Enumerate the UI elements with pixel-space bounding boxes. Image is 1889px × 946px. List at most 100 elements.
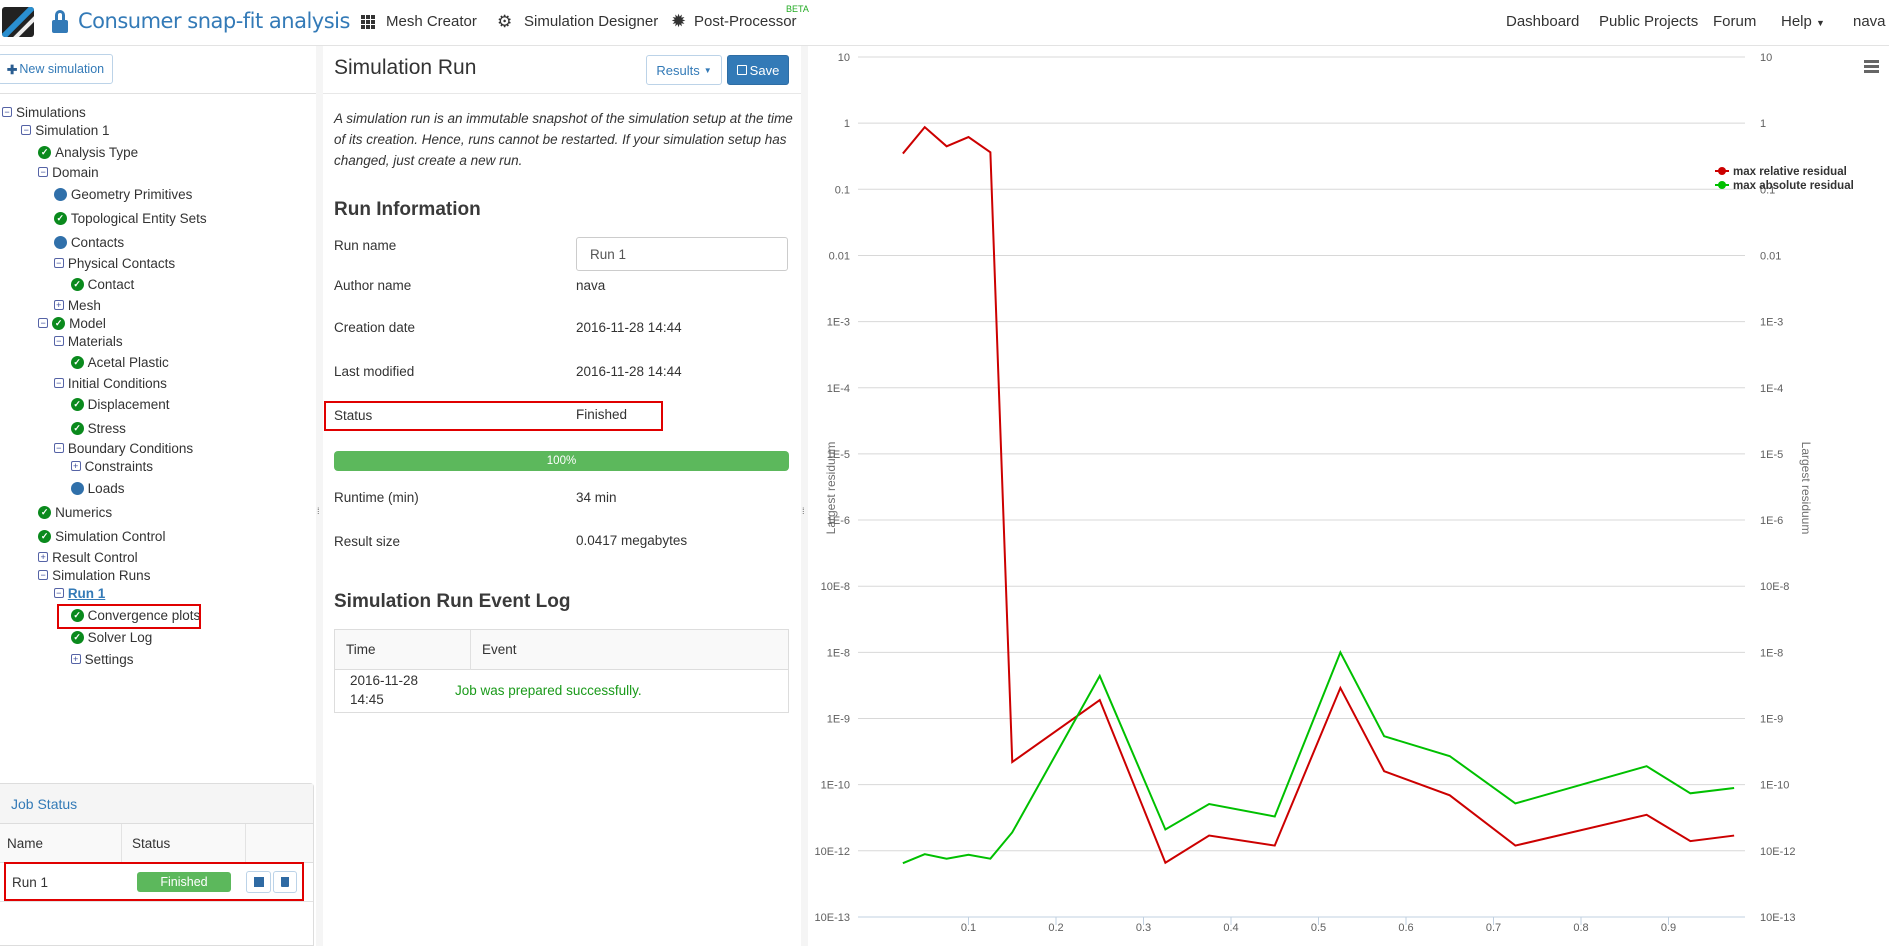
expand-icon[interactable]: +: [70, 461, 81, 471]
nav-simulation-designer[interactable]: Simulation Designer: [524, 13, 658, 30]
tree-item-simulations[interactable]: − Simulations: [2, 103, 86, 121]
nav-public-projects[interactable]: Public Projects: [1599, 13, 1698, 30]
tree-item-settings[interactable]: + Settings: [70, 650, 133, 668]
collapse-icon[interactable]: −: [53, 336, 64, 346]
app-logo[interactable]: [2, 7, 34, 37]
tree-item-loads[interactable]: Loads: [70, 479, 124, 497]
y-tick-label-right: 1E-10: [1760, 780, 1789, 792]
y-tick-label-right: 1E-9: [1760, 714, 1783, 726]
tree-item-run-1[interactable]: − Run 1: [53, 584, 105, 602]
tree-item-topological-entity-sets[interactable]: ✓ Topological Entity Sets: [53, 209, 207, 227]
tree-item-initial-conditions[interactable]: − Initial Conditions: [53, 374, 167, 392]
expand-icon[interactable]: +: [53, 300, 64, 310]
tree-item-domain[interactable]: − Domain: [38, 163, 99, 181]
y-tick-label-left: 10E-13: [815, 912, 850, 924]
expand-icon[interactable]: +: [38, 552, 49, 562]
panel-resize-handle[interactable]: ⁞: [801, 46, 808, 946]
check-circle-icon: ✓: [70, 355, 84, 369]
tree-item-mesh[interactable]: + Mesh: [53, 296, 101, 314]
tree-item-result-control[interactable]: + Result Control: [38, 548, 138, 566]
tree-item-displacement[interactable]: ✓ Displacement: [70, 395, 169, 413]
collapse-icon[interactable]: −: [38, 318, 49, 328]
tree-item-geometry-primitives[interactable]: Geometry Primitives: [53, 185, 192, 203]
y-tick-label-right: 1E-3: [1760, 317, 1783, 329]
event-log-table: Time Event 2016-11-28 14:45 Job was prep…: [334, 629, 789, 713]
event-log-heading: Simulation Run Event Log: [334, 591, 571, 612]
convergence-chart: 10 10 1 1 0.1 0.1 0.01 0.01 1E-3 1E-3 1E-4 1E-4 1E-5…: [808, 46, 1889, 946]
collapse-icon[interactable]: −: [2, 107, 12, 117]
beta-badge: BETA: [786, 4, 809, 14]
nav-mesh-creator[interactable]: Mesh Creator: [386, 13, 477, 30]
event-clock: 14:45: [350, 692, 384, 707]
gears-icon: ⚙: [497, 12, 513, 31]
tree-item-analysis-type[interactable]: ✓ Analysis Type: [38, 143, 138, 161]
run-description: A simulation run is an immutable snapsho…: [334, 111, 793, 168]
check-circle-icon: ✓: [52, 316, 66, 330]
author-label: Author name: [334, 278, 412, 293]
tree-item-contact[interactable]: ✓ Contact: [70, 275, 134, 293]
series-line-max-relative-residual: [902, 125, 1735, 865]
tree-item-label: Simulation 1: [35, 122, 110, 138]
collapse-icon[interactable]: −: [21, 125, 32, 135]
tree-item-materials[interactable]: − Materials: [53, 332, 123, 350]
panel-title: Simulation Run: [334, 56, 477, 79]
check-circle-icon: ✓: [70, 277, 84, 291]
last-modified-label: Last modified: [334, 364, 415, 379]
save-button[interactable]: Save: [727, 55, 789, 85]
new-simulation-label: New simulation: [19, 62, 105, 76]
run-name-label: Run name: [334, 238, 397, 253]
collapse-icon[interactable]: −: [53, 588, 64, 598]
y-tick-label-right: 10E-12: [1760, 846, 1795, 858]
nav-forum[interactable]: Forum: [1713, 13, 1756, 30]
col-name: Name: [7, 836, 44, 851]
panel-resize-handle[interactable]: ⁞: [316, 46, 323, 946]
tree-item-numerics[interactable]: ✓ Numerics: [38, 503, 112, 521]
tree-item-simulation-1[interactable]: − Simulation 1: [21, 121, 110, 139]
tree-item-solver-log[interactable]: ✓ Solver Log: [70, 628, 152, 646]
author-value: nava: [576, 278, 606, 293]
tree-item-simulation-runs[interactable]: − Simulation Runs: [38, 566, 150, 584]
project-title[interactable]: Consumer snap-fit analysis: [78, 9, 350, 33]
tree-item-model[interactable]: − ✓ Model: [38, 314, 106, 332]
nav-help[interactable]: Help ▼: [1781, 13, 1825, 30]
tree-item-contacts[interactable]: Contacts: [53, 233, 124, 251]
tree-item-label: Initial Conditions: [67, 375, 167, 391]
new-simulation-button[interactable]: ✚ New simulation: [0, 54, 113, 84]
check-circle-icon: ✓: [53, 211, 67, 225]
check-circle-icon: ✓: [38, 505, 52, 519]
simulation-sidebar: ✚ New simulation − Simulations − Simulation …: [0, 46, 316, 946]
tree-item-simulation-control[interactable]: ✓ Simulation Control: [38, 527, 165, 545]
collapse-icon[interactable]: −: [53, 258, 64, 268]
tree-item-physical-contacts[interactable]: − Physical Contacts: [53, 254, 175, 272]
collapse-icon[interactable]: −: [53, 378, 64, 388]
nav-user-menu[interactable]: nava ▼: [1853, 13, 1889, 30]
collapse-icon[interactable]: −: [38, 570, 49, 580]
results-dropdown-button[interactable]: Results ▼: [646, 55, 722, 85]
tree-item-label: Acetal Plastic: [87, 354, 169, 370]
tree-item-stress[interactable]: ✓ Stress: [70, 419, 126, 437]
col-divider: [121, 824, 122, 863]
tree-item-constraints[interactable]: + Constraints: [70, 457, 153, 475]
circle-icon: [53, 235, 67, 249]
job-status-header: Job Status: [0, 784, 313, 824]
collapse-icon[interactable]: −: [38, 167, 49, 177]
chart-menu-button[interactable]: [1864, 60, 1879, 74]
y-tick-label-right: 10: [1760, 52, 1772, 64]
nav-post-processor[interactable]: Post-Processor: [694, 13, 797, 30]
nav-dashboard[interactable]: Dashboard: [1506, 13, 1579, 30]
tree-item-boundary-conditions[interactable]: − Boundary Conditions: [53, 439, 193, 457]
tree-item-label: Constraints: [84, 458, 153, 474]
run-name-input[interactable]: [576, 237, 788, 271]
y-tick-label-right: 1E-8: [1760, 647, 1783, 659]
y-tick-label-left: 1E-10: [821, 780, 850, 792]
collapse-icon[interactable]: −: [53, 443, 64, 453]
y-tick-label-left: 1E-3: [827, 317, 850, 329]
legend-label[interactable]: max absolute residual: [1733, 180, 1854, 192]
x-tick-label: 0.6: [1398, 922, 1413, 934]
legend-label[interactable]: max relative residual: [1733, 166, 1847, 178]
tree-item-acetal-plastic[interactable]: ✓ Acetal Plastic: [70, 353, 169, 371]
job-table-header: Name Status: [0, 824, 313, 863]
x-tick-label: 0.1: [961, 922, 976, 934]
expand-icon[interactable]: +: [70, 654, 81, 664]
y-tick-label-left: 10E-8: [821, 581, 850, 593]
